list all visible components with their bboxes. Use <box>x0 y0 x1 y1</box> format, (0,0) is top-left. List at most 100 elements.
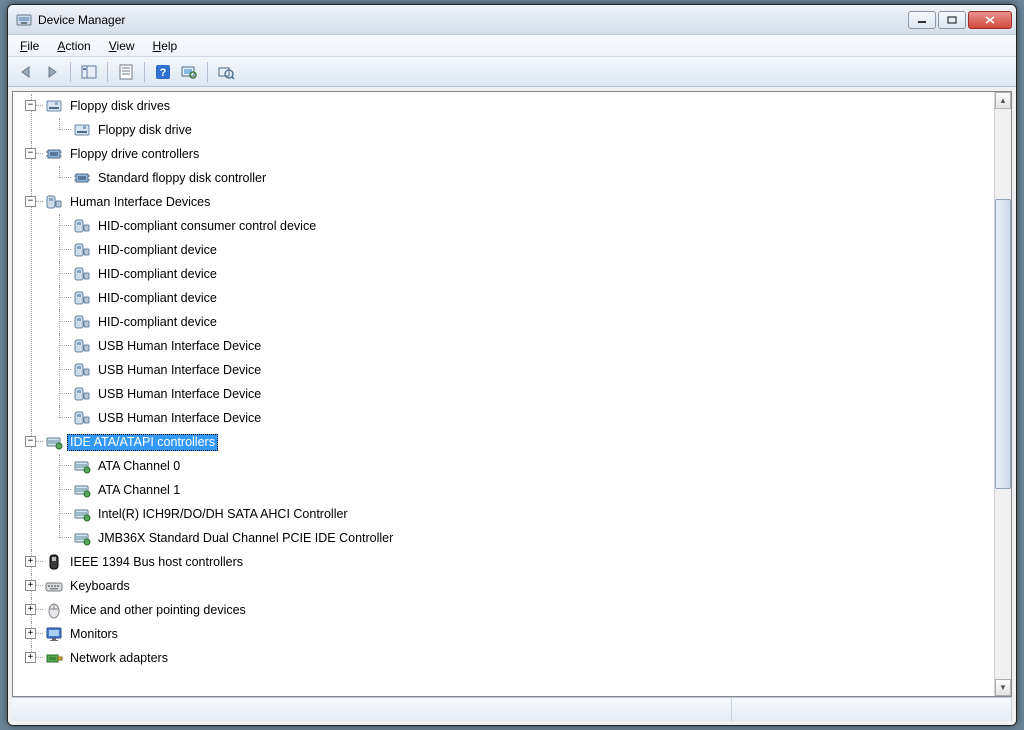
tree-item-label[interactable]: USB Human Interface Device <box>95 410 264 427</box>
tree-item[interactable]: +IEEE 1394 Bus host controllers <box>45 550 994 574</box>
tree-item[interactable]: ATA Channel 1 <box>73 478 994 502</box>
maximize-button[interactable] <box>938 11 966 29</box>
minimize-button[interactable] <box>908 11 936 29</box>
vertical-scrollbar[interactable]: ▲ ▼ <box>994 92 1011 696</box>
hid-icon <box>73 313 91 331</box>
tree-item-label[interactable]: Mice and other pointing devices <box>67 602 249 619</box>
tree-item[interactable]: HID-compliant device <box>73 262 994 286</box>
expand-icon[interactable]: + <box>25 628 36 639</box>
collapse-icon[interactable]: − <box>25 148 36 159</box>
status-cell <box>732 698 1012 721</box>
tree-item-label[interactable]: USB Human Interface Device <box>95 362 264 379</box>
toolbar-separator <box>70 62 71 82</box>
tree-item[interactable]: Floppy disk drive <box>73 118 994 142</box>
hid-icon <box>73 289 91 307</box>
tree-item-label[interactable]: Keyboards <box>67 578 133 595</box>
back-button[interactable] <box>14 60 38 84</box>
tree-item[interactable]: HID-compliant device <box>73 238 994 262</box>
tree-item[interactable]: +Mice and other pointing devices <box>45 598 994 622</box>
hid-icon <box>73 241 91 259</box>
tree-item[interactable]: USB Human Interface Device <box>73 382 994 406</box>
tree-item[interactable]: −Floppy disk drivesFloppy disk drive <box>45 94 994 142</box>
menu-action[interactable]: Action <box>49 37 98 55</box>
tree-item-label[interactable]: USB Human Interface Device <box>95 338 264 355</box>
app-icon <box>16 12 32 28</box>
ide-controller-icon <box>45 433 63 451</box>
tree-item-label[interactable]: ATA Channel 1 <box>95 482 183 499</box>
tree-item[interactable]: ATA Channel 0 <box>73 454 994 478</box>
tree-item[interactable]: USB Human Interface Device <box>73 358 994 382</box>
tree-item[interactable]: USB Human Interface Device <box>73 406 994 430</box>
collapse-icon[interactable]: − <box>25 196 36 207</box>
tree-item-label[interactable]: Standard floppy disk controller <box>95 170 269 187</box>
tree-item-label[interactable]: Floppy drive controllers <box>67 146 202 163</box>
ieee1394-icon <box>45 553 63 571</box>
tree-item-label[interactable]: Human Interface Devices <box>67 194 213 211</box>
help-button[interactable]: ? <box>151 60 175 84</box>
expand-icon[interactable]: + <box>25 580 36 591</box>
tree-item[interactable]: Intel(R) ICH9R/DO/DH SATA AHCI Controlle… <box>73 502 994 526</box>
tree-item[interactable]: +Network adapters <box>45 646 994 670</box>
toolbar-separator <box>144 62 145 82</box>
controller-icon <box>45 145 63 163</box>
tree-item[interactable]: Standard floppy disk controller <box>73 166 994 190</box>
menu-file[interactable]: File <box>12 37 47 55</box>
menu-help[interactable]: Help <box>145 37 186 55</box>
tree-item-label[interactable]: IEEE 1394 Bus host controllers <box>67 554 246 571</box>
monitor-icon <box>45 625 63 643</box>
hid-icon <box>73 409 91 427</box>
tree-item[interactable]: −Floppy drive controllersStandard floppy… <box>45 142 994 190</box>
floppy-drive-icon <box>45 97 63 115</box>
tree-item-label[interactable]: IDE ATA/ATAPI controllers <box>67 434 218 451</box>
view-resources-button[interactable] <box>214 60 238 84</box>
menu-view[interactable]: View <box>101 37 143 55</box>
tree-item[interactable]: HID-compliant device <box>73 286 994 310</box>
statusbar <box>12 697 1012 721</box>
tree-item-label[interactable]: Monitors <box>67 626 121 643</box>
collapse-icon[interactable]: − <box>25 100 36 111</box>
scan-hardware-button[interactable] <box>177 60 201 84</box>
tree-item[interactable]: JMB36X Standard Dual Channel PCIE IDE Co… <box>73 526 994 550</box>
window-title: Device Manager <box>38 13 908 27</box>
tree-item[interactable]: +Monitors <box>45 622 994 646</box>
titlebar[interactable]: Device Manager <box>8 5 1016 35</box>
tree-item-label[interactable]: HID-compliant device <box>95 242 220 259</box>
hid-icon <box>73 265 91 283</box>
ide-controller-icon <box>73 481 91 499</box>
window-controls <box>908 11 1012 29</box>
forward-button[interactable] <box>40 60 64 84</box>
expand-icon[interactable]: + <box>25 556 36 567</box>
expand-icon[interactable]: + <box>25 604 36 615</box>
tree-item[interactable]: −Human Interface DevicesHID-compliant co… <box>45 190 994 430</box>
tree-item-label[interactable]: Network adapters <box>67 650 171 667</box>
tree-item-label[interactable]: Floppy disk drives <box>67 98 173 115</box>
properties-button[interactable] <box>114 60 138 84</box>
tree-item[interactable]: −IDE ATA/ATAPI controllersATA Channel 0A… <box>45 430 994 550</box>
tree-item-label[interactable]: Intel(R) ICH9R/DO/DH SATA AHCI Controlle… <box>95 506 351 523</box>
tree-item-label[interactable]: JMB36X Standard Dual Channel PCIE IDE Co… <box>95 530 396 547</box>
collapse-icon[interactable]: − <box>25 436 36 447</box>
show-hide-console-button[interactable] <box>77 60 101 84</box>
tree-item-label[interactable]: HID-compliant consumer control device <box>95 218 319 235</box>
tree-item[interactable]: USB Human Interface Device <box>73 334 994 358</box>
tree-item[interactable]: HID-compliant consumer control device <box>73 214 994 238</box>
tree-item[interactable]: HID-compliant device <box>73 310 994 334</box>
scroll-thumb[interactable] <box>995 199 1011 489</box>
controller-icon <box>73 169 91 187</box>
scroll-track[interactable] <box>995 109 1011 679</box>
device-tree[interactable]: −Floppy disk drivesFloppy disk drive−Flo… <box>13 92 994 696</box>
tree-item-label[interactable]: Floppy disk drive <box>95 122 195 139</box>
svg-text:?: ? <box>160 67 167 79</box>
tree-item-label[interactable]: USB Human Interface Device <box>95 386 264 403</box>
tree-item-label[interactable]: HID-compliant device <box>95 314 220 331</box>
content-area: −Floppy disk drivesFloppy disk drive−Flo… <box>8 87 1016 725</box>
scroll-up-button[interactable]: ▲ <box>995 92 1011 109</box>
expand-icon[interactable]: + <box>25 652 36 663</box>
close-button[interactable] <box>968 11 1012 29</box>
tree-item-label[interactable]: HID-compliant device <box>95 266 220 283</box>
scroll-down-button[interactable]: ▼ <box>995 679 1011 696</box>
tree-item-label[interactable]: ATA Channel 0 <box>95 458 183 475</box>
tree-item-label[interactable]: HID-compliant device <box>95 290 220 307</box>
tree-item[interactable]: +Keyboards <box>45 574 994 598</box>
toolbar-separator <box>207 62 208 82</box>
